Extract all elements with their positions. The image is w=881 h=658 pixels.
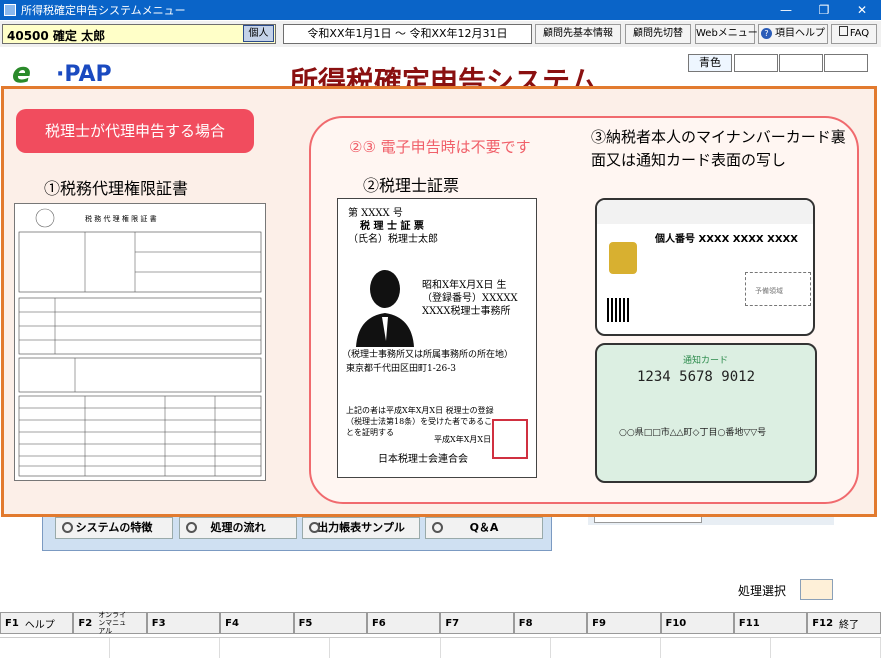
card-area-label: 予備領域 [755,287,783,295]
f7-key[interactable]: F7 [440,612,514,634]
card-chip [609,242,637,274]
status-cell [771,638,881,658]
period-field: 令和XX年1月1日 ～ 令和XX年12月31日 [283,24,532,44]
item-help-label: 項目ヘルプ [775,28,825,39]
card-qr [607,298,631,322]
system-features-button[interactable]: システムの特徴 [55,517,173,539]
process-flow-button[interactable]: 処理の流れ [179,517,297,539]
magnifier-icon [186,522,197,533]
cert-footer-date: 平成X年X月X日 [434,435,492,444]
f5-key[interactable]: F5 [293,612,367,634]
output-sample-label: 出力帳表サンプル [317,521,405,534]
output-sample-button[interactable]: 出力帳表サンプル [302,517,420,539]
f2-manual-key[interactable]: F2 オンラインマニュアル [73,611,147,635]
status-bar [0,637,881,658]
client-name-field[interactable]: 40500 確定 太郎 [2,24,276,44]
f8-key[interactable]: F8 [513,612,588,634]
cert-birth: 昭和X年X月X日 生 [422,280,507,291]
close-button[interactable]: ✕ [843,0,881,20]
process-select-input[interactable] [800,579,833,600]
web-menu-button[interactable]: Webメニュー [695,24,758,44]
logo-e: e [12,56,31,89]
notice-card-address: ○○県□□市△△町◇丁目○番地▽▽号 [619,428,767,438]
person-silhouette-icon [356,270,414,347]
status-cell [330,638,441,658]
color-box-4 [824,54,868,72]
status-cell [441,638,551,658]
agent-filing-overlay[interactable]: 税理士が代理申告する場合 ①税務代理権限証書 税 務 代 理 権 限 証 書 ②… [1,86,877,517]
e-filing-note: ②③ 電子申告時は不要です [349,138,531,156]
status-cell [661,638,771,658]
status-cell [220,638,331,658]
cert-reg-no: （登録番号）XXXXX [422,293,518,304]
cert-info: 昭和X年X月X日 生 （登録番号）XXXXX XXXX税理士事務所 [422,279,530,318]
f9-key[interactable]: F9 [587,612,661,634]
minimize-button[interactable]: — [767,0,805,20]
card-stripe [597,200,813,224]
restore-button[interactable]: ❐ [805,0,843,20]
status-cell [110,638,221,658]
status-cell [551,638,661,658]
app-icon [4,4,16,16]
process-flow-label: 処理の流れ [210,521,266,534]
color-box-blue: 青色 [688,54,732,72]
f3-key[interactable]: F3 [146,612,221,634]
color-box-3 [779,54,823,72]
f4-key[interactable]: F4 [220,612,294,634]
f1-help-key[interactable]: F1 ヘルプ [0,612,74,634]
card-number-label: 個人番号 XXXX XXXX XXXX [655,234,798,245]
cert-address: 東京都千代田区田町1-26-3 [346,364,456,374]
tax-accountant-certificate-image: 第 XXXX 号 税 理 士 証 票 （氏名）税理士太郎 昭和X年X月X日 生 … [337,198,537,478]
logo-pap: ·PAP [56,62,112,87]
function-key-bar: F1 ヘルプ F2 オンラインマニュアル F3 F4 F5 F6 F7 F8 F9 … [0,611,881,635]
form-lines [18,208,262,477]
faq-label: FAQ [849,28,870,39]
cert-name: （氏名）税理士太郎 [348,234,438,245]
cert-seal [492,419,528,459]
window-title: 所得税確定申告システムメニュー [21,4,186,17]
f6-key[interactable]: F6 [366,612,441,634]
cert-office: XXXX税理士事務所 [422,306,511,317]
client-info-button[interactable]: 顧問先基本情報 [535,24,621,44]
system-features-label: システムの特徴 [75,521,153,534]
kojin-button[interactable]: 個人 [243,25,274,42]
cert-issuer: 日本税理士会連合会 [378,454,468,465]
process-select-label: 処理選択 [738,584,787,598]
cert-title: 税 理 士 証 票 [360,221,424,232]
f10-key[interactable]: F10 [660,612,734,634]
doc1-heading: ①税務代理権限証書 [44,179,189,198]
f11-key[interactable]: F11 [733,612,808,634]
mynumber-card-image: 個人番号 XXXX XXXX XXXX 予備領域 [595,198,815,336]
qa-label: Q＆A [469,521,499,534]
f12-exit-key[interactable]: F12 終了 [807,612,881,634]
documents-panel: ②③ 電子申告時は不要です ②税理士証票 ③納税者本人のマイナンバーカード裏面又… [309,116,859,504]
magnifier-icon [309,522,320,533]
tax-agent-authority-form-image: 税 務 代 理 権 限 証 書 [14,203,266,481]
help-icon: ? [761,28,772,39]
client-switch-button[interactable]: 顧問先切替 [625,24,691,44]
overlay-title: 税理士が代理申告する場合 [16,109,254,153]
notice-card-number: 1234 5678 9012 [637,369,756,385]
magnifier-icon [432,522,443,533]
cert-address-label: （税理士事務所又は所属事務所の所在地） [342,350,514,360]
epap-logo: e ·PAP [12,56,162,89]
notice-card-image: 通知カード 1234 5678 9012 ○○県□□市△△町◇丁目○番地▽▽号 [595,343,817,483]
faq-icon [838,26,848,36]
item-help-button[interactable]: ? 項目ヘルプ [758,24,828,44]
notice-card-label: 通知カード [683,356,729,366]
color-box-2 [734,54,778,72]
doc3-heading: ③納税者本人のマイナンバーカード裏面又は通知カード表面の写し [591,128,846,169]
magnifier-icon [62,522,73,533]
qa-button[interactable]: Q＆A [425,517,543,539]
window-titlebar: 所得税確定申告システムメニュー — ❐ ✕ [0,0,881,20]
faq-button[interactable]: FAQ [831,24,877,44]
doc2-heading: ②税理士証票 [363,176,460,195]
cert-number: 第 XXXX 号 [348,208,403,219]
status-cell [0,638,111,658]
